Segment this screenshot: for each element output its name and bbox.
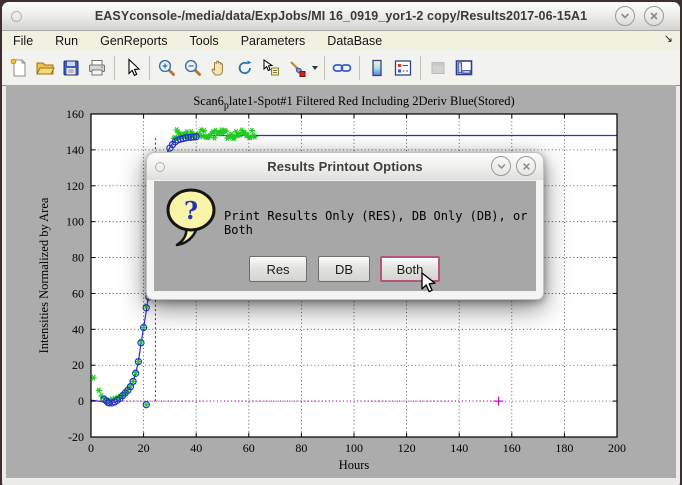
svg-text:40: 40 <box>72 322 84 336</box>
insert-colorbar-icon[interactable] <box>364 55 390 81</box>
svg-text:180: 180 <box>555 441 573 455</box>
link-plot-icon[interactable] <box>329 55 355 81</box>
window-titlebar: EASYconsole-/media/data/ExpJobs/MI 16_09… <box>2 2 680 31</box>
svg-text:20: 20 <box>138 441 150 455</box>
svg-text:20: 20 <box>72 358 84 372</box>
toolbar-separator <box>359 56 360 80</box>
brush-data-icon[interactable] <box>284 55 310 81</box>
svg-text:80: 80 <box>72 251 84 265</box>
dialog-title: Results Printout Options <box>147 159 543 174</box>
menu-item-file[interactable]: File <box>2 33 44 49</box>
insert-legend-icon[interactable] <box>390 55 416 81</box>
window-title: EASYconsole-/media/data/ExpJobs/MI 16_09… <box>2 9 680 23</box>
svg-text:100: 100 <box>345 441 363 455</box>
svg-text:80: 80 <box>295 441 307 455</box>
dialog-button-row: Res DB Both <box>154 256 536 286</box>
res-button[interactable]: Res <box>249 256 307 282</box>
toolbar-separator <box>420 56 421 80</box>
close-button[interactable] <box>644 6 664 26</box>
svg-text:160: 160 <box>503 441 521 455</box>
both-button[interactable]: Both <box>380 256 440 282</box>
menu-item-tools[interactable]: Tools <box>179 33 230 49</box>
toolbar <box>2 50 680 86</box>
dialog-close-button[interactable] <box>516 156 536 176</box>
zoom-out-icon[interactable] <box>180 55 206 81</box>
results-printout-dialog: Results Printout Options ? Print Results… <box>146 152 544 300</box>
svg-text:0: 0 <box>78 394 84 408</box>
status-strip <box>2 478 680 485</box>
svg-text:-20: -20 <box>68 430 84 444</box>
save-figure-icon[interactable] <box>58 55 84 81</box>
rotate-3d-icon[interactable] <box>232 55 258 81</box>
dialog-message: Print Results Only (RES), DB Only (DB), … <box>224 209 528 237</box>
svg-text:120: 120 <box>66 179 84 193</box>
svg-text:0: 0 <box>88 441 94 455</box>
edit-plot-pointer-icon[interactable] <box>119 55 145 81</box>
db-button[interactable]: DB <box>318 256 370 282</box>
hide-plot-tools-icon <box>425 55 451 81</box>
svg-text:Scan6plate1-Spot#1 Filtered Re: Scan6plate1-Spot#1 Filtered Red Includin… <box>193 94 514 112</box>
svg-text:140: 140 <box>66 143 84 157</box>
svg-text:?: ? <box>184 196 198 225</box>
chevron-down-icon <box>494 159 509 174</box>
svg-text:60: 60 <box>243 441 255 455</box>
show-plot-tools-icon[interactable] <box>451 55 477 81</box>
print-figure-icon[interactable] <box>84 55 110 81</box>
close-icon <box>519 159 534 174</box>
zoom-in-icon[interactable] <box>154 55 180 81</box>
dialog-minimize-chevron-button[interactable] <box>491 156 511 176</box>
toolbar-separator <box>114 56 115 80</box>
svg-text:60: 60 <box>72 286 84 300</box>
toolbar-separator <box>324 56 325 80</box>
svg-text:160: 160 <box>66 107 84 121</box>
open-file-icon[interactable] <box>32 55 58 81</box>
question-bubble-icon: ? <box>164 187 220 254</box>
data-cursor-icon[interactable] <box>258 55 284 81</box>
toolbar-separator <box>149 56 150 80</box>
brush-dropdown-caret[interactable] <box>310 55 320 81</box>
close-icon <box>646 8 662 24</box>
dialog-content: ? Print Results Only (RES), DB Only (DB)… <box>154 181 536 291</box>
svg-text:Intensities Normalized by Area: Intensities Normalized by Area <box>37 197 51 353</box>
pan-hand-icon[interactable] <box>206 55 232 81</box>
svg-text:100: 100 <box>66 215 84 229</box>
easyconsole-window: EASYconsole-/media/data/ExpJobs/MI 16_09… <box>2 2 680 485</box>
menu-item-parameters[interactable]: Parameters <box>230 33 317 49</box>
menu-item-database[interactable]: DataBase <box>316 33 393 49</box>
menu-overflow-arrow-icon[interactable]: ↘ <box>664 32 673 45</box>
dialog-titlebar: Results Printout Options <box>147 153 543 180</box>
new-figure-icon[interactable] <box>6 55 32 81</box>
svg-text:120: 120 <box>398 441 416 455</box>
svg-text:200: 200 <box>608 441 626 455</box>
menu-item-genreports[interactable]: GenReports <box>89 33 178 49</box>
menubar: FileRunGenReportsToolsParametersDataBase… <box>2 31 680 50</box>
chevron-down-icon <box>617 8 633 24</box>
menu-item-run[interactable]: Run <box>44 33 89 49</box>
svg-text:Hours: Hours <box>339 458 370 472</box>
svg-text:40: 40 <box>190 441 202 455</box>
minimize-chevron-button[interactable] <box>615 6 635 26</box>
svg-text:140: 140 <box>450 441 468 455</box>
